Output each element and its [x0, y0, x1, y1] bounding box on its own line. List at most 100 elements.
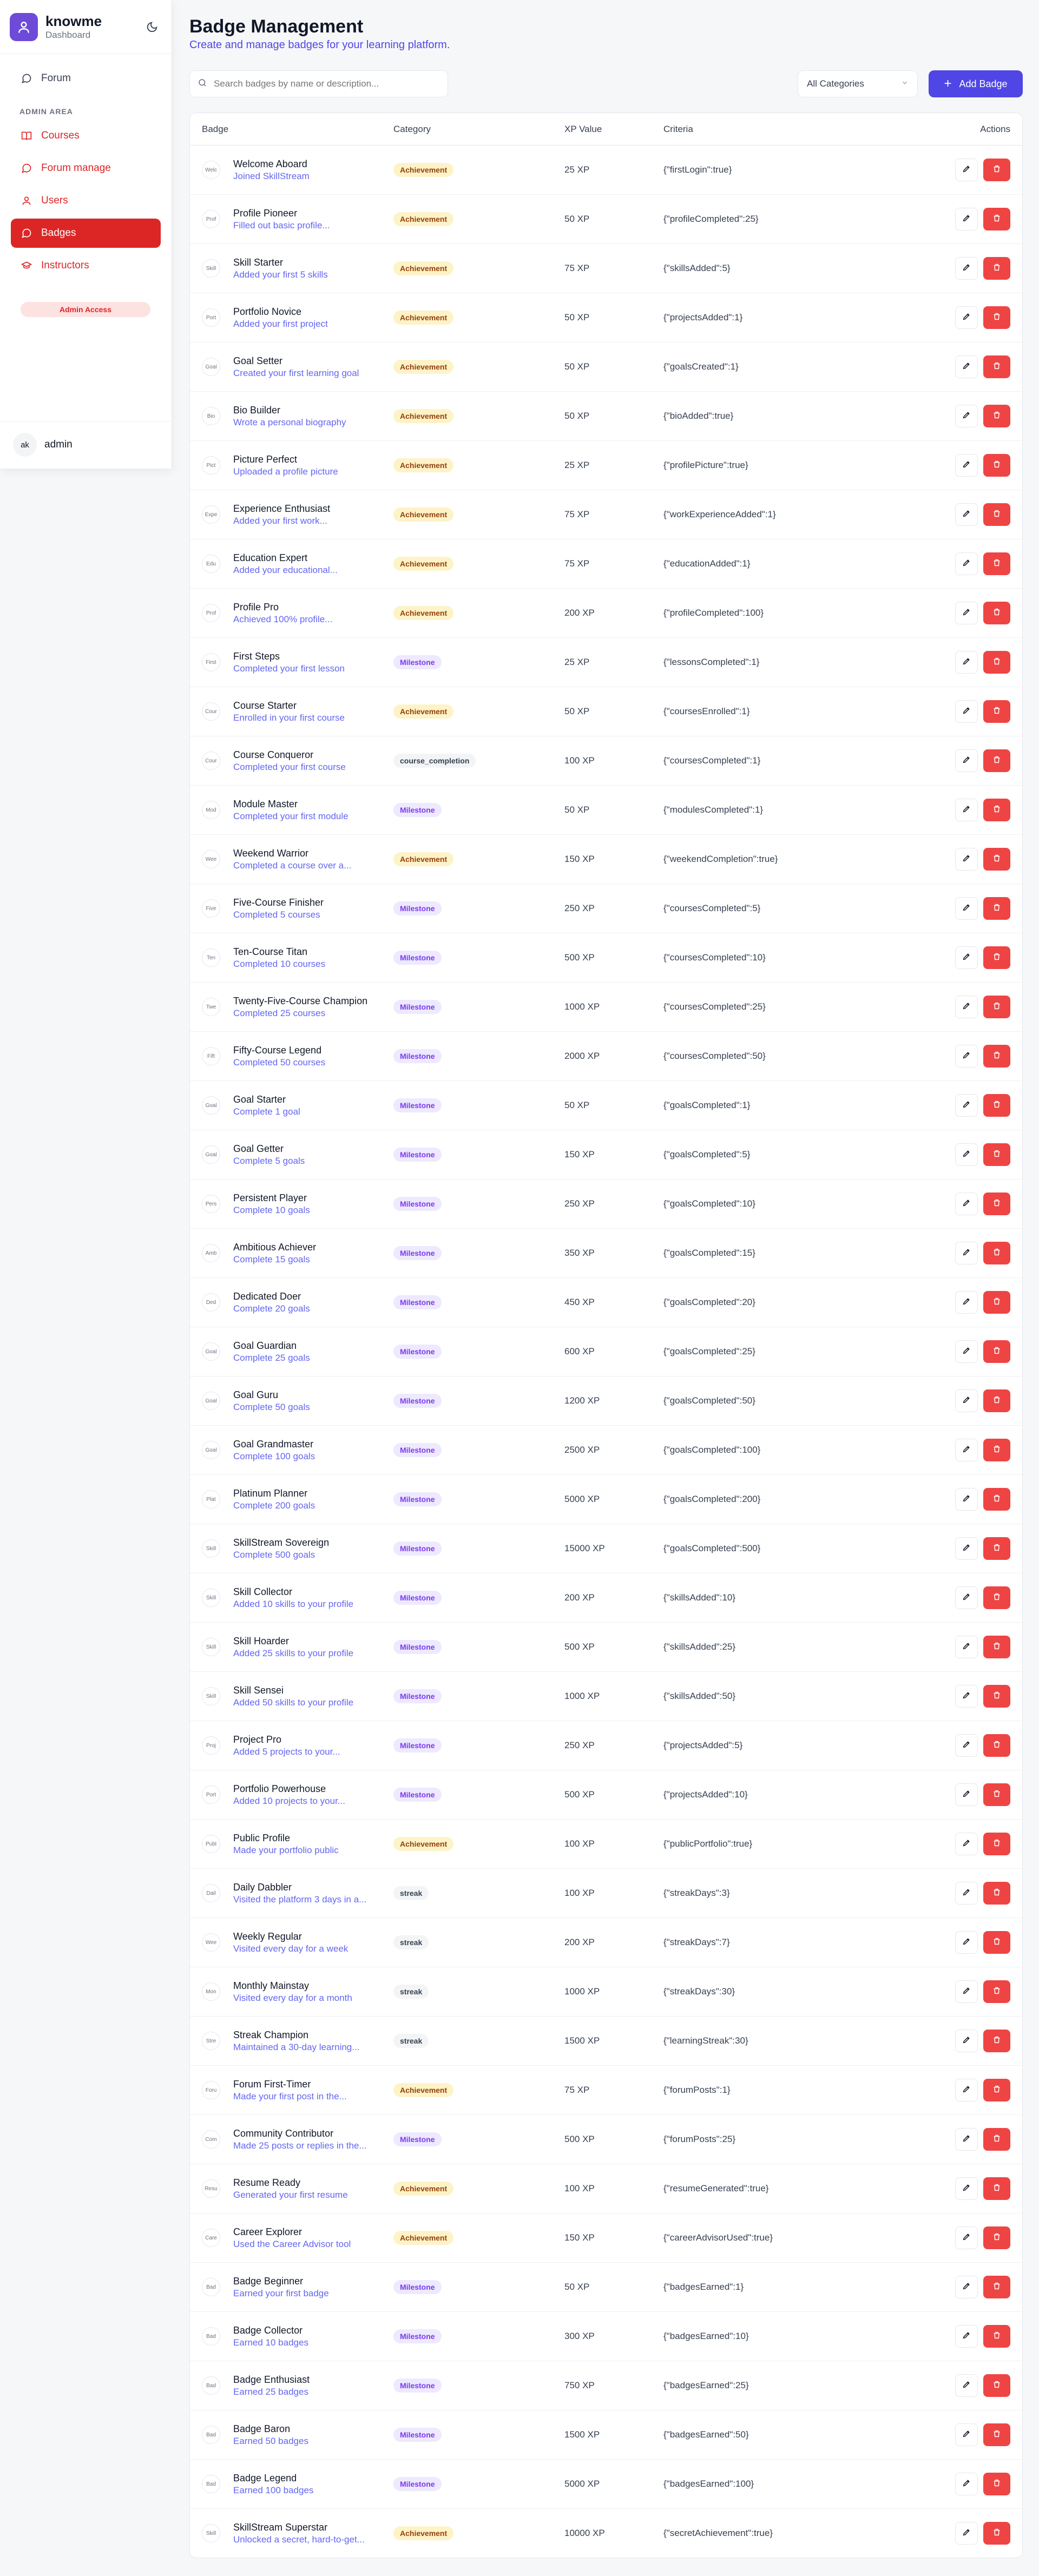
delete-button[interactable]: [983, 651, 1010, 674]
search-box[interactable]: [189, 70, 448, 97]
delete-button[interactable]: [983, 454, 1010, 477]
delete-button[interactable]: [983, 1242, 1010, 1264]
edit-button[interactable]: [955, 700, 978, 723]
edit-button[interactable]: [955, 1340, 978, 1363]
edit-button[interactable]: [955, 1980, 978, 2003]
delete-button[interactable]: [983, 1685, 1010, 1708]
edit-button[interactable]: [955, 1291, 978, 1314]
sidebar-item-badges[interactable]: Badges: [11, 219, 161, 248]
sidebar-item-forum[interactable]: Forum: [11, 64, 161, 93]
delete-button[interactable]: [983, 1980, 1010, 2003]
edit-button[interactable]: [955, 2079, 978, 2101]
edit-button[interactable]: [955, 1636, 978, 1658]
edit-button[interactable]: [955, 1488, 978, 1511]
edit-button[interactable]: [955, 2276, 978, 2298]
delete-button[interactable]: [983, 2079, 1010, 2101]
edit-button[interactable]: [955, 2128, 978, 2151]
delete-button[interactable]: [983, 1389, 1010, 1412]
delete-button[interactable]: [983, 306, 1010, 329]
edit-button[interactable]: [955, 1882, 978, 1905]
delete-button[interactable]: [983, 1537, 1010, 1560]
delete-button[interactable]: [983, 848, 1010, 871]
delete-button[interactable]: [983, 1045, 1010, 1068]
delete-button[interactable]: [983, 2522, 1010, 2545]
edit-button[interactable]: [955, 2325, 978, 2348]
edit-button[interactable]: [955, 405, 978, 427]
delete-button[interactable]: [983, 799, 1010, 821]
edit-button[interactable]: [955, 1143, 978, 1166]
delete-button[interactable]: [983, 159, 1010, 181]
edit-button[interactable]: [955, 2226, 978, 2249]
delete-button[interactable]: [983, 700, 1010, 723]
edit-button[interactable]: [955, 2177, 978, 2200]
delete-button[interactable]: [983, 2128, 1010, 2151]
delete-button[interactable]: [983, 1193, 1010, 1215]
sidebar-item-users[interactable]: Users: [11, 186, 161, 215]
add-badge-button[interactable]: + Add Badge: [929, 70, 1023, 97]
delete-button[interactable]: [983, 2276, 1010, 2298]
edit-button[interactable]: [955, 1734, 978, 1757]
category-select[interactable]: All Categories: [798, 70, 918, 97]
edit-button[interactable]: [955, 1242, 978, 1264]
delete-button[interactable]: [983, 1783, 1010, 1806]
delete-button[interactable]: [983, 946, 1010, 969]
edit-button[interactable]: [955, 1537, 978, 1560]
delete-button[interactable]: [983, 1833, 1010, 1855]
theme-toggle-icon[interactable]: [142, 17, 162, 37]
delete-button[interactable]: [983, 2473, 1010, 2495]
edit-button[interactable]: [955, 651, 978, 674]
delete-button[interactable]: [983, 1143, 1010, 1166]
edit-button[interactable]: [955, 2423, 978, 2446]
delete-button[interactable]: [983, 2030, 1010, 2052]
edit-button[interactable]: [955, 1833, 978, 1855]
edit-button[interactable]: [955, 749, 978, 772]
edit-button[interactable]: [955, 1389, 978, 1412]
edit-button[interactable]: [955, 1439, 978, 1461]
delete-button[interactable]: [983, 897, 1010, 920]
edit-button[interactable]: [955, 996, 978, 1018]
delete-button[interactable]: [983, 355, 1010, 378]
delete-button[interactable]: [983, 749, 1010, 772]
edit-button[interactable]: [955, 897, 978, 920]
edit-button[interactable]: [955, 1931, 978, 1954]
delete-button[interactable]: [983, 1931, 1010, 1954]
edit-button[interactable]: [955, 1586, 978, 1609]
edit-button[interactable]: [955, 602, 978, 624]
edit-button[interactable]: [955, 454, 978, 477]
edit-button[interactable]: [955, 1783, 978, 1806]
edit-button[interactable]: [955, 552, 978, 575]
sidebar-item-forum-manage[interactable]: Forum manage: [11, 154, 161, 183]
delete-button[interactable]: [983, 1734, 1010, 1757]
edit-button[interactable]: [955, 208, 978, 230]
delete-button[interactable]: [983, 2226, 1010, 2249]
delete-button[interactable]: [983, 2423, 1010, 2446]
delete-button[interactable]: [983, 1586, 1010, 1609]
delete-button[interactable]: [983, 1882, 1010, 1905]
delete-button[interactable]: [983, 405, 1010, 427]
delete-button[interactable]: [983, 208, 1010, 230]
delete-button[interactable]: [983, 1094, 1010, 1117]
edit-button[interactable]: [955, 848, 978, 871]
edit-button[interactable]: [955, 946, 978, 969]
edit-button[interactable]: [955, 1685, 978, 1708]
edit-button[interactable]: [955, 1193, 978, 1215]
delete-button[interactable]: [983, 1439, 1010, 1461]
delete-button[interactable]: [983, 552, 1010, 575]
edit-button[interactable]: [955, 159, 978, 181]
delete-button[interactable]: [983, 2325, 1010, 2348]
edit-button[interactable]: [955, 2030, 978, 2052]
delete-button[interactable]: [983, 2374, 1010, 2397]
edit-button[interactable]: [955, 2522, 978, 2545]
delete-button[interactable]: [983, 503, 1010, 526]
edit-button[interactable]: [955, 1094, 978, 1117]
edit-button[interactable]: [955, 257, 978, 280]
edit-button[interactable]: [955, 2374, 978, 2397]
search-input[interactable]: [214, 78, 430, 89]
edit-button[interactable]: [955, 799, 978, 821]
edit-button[interactable]: [955, 503, 978, 526]
user-profile[interactable]: ak admin: [13, 433, 73, 457]
delete-button[interactable]: [983, 257, 1010, 280]
delete-button[interactable]: [983, 1291, 1010, 1314]
edit-button[interactable]: [955, 355, 978, 378]
sidebar-item-instructors[interactable]: Instructors: [11, 251, 161, 280]
